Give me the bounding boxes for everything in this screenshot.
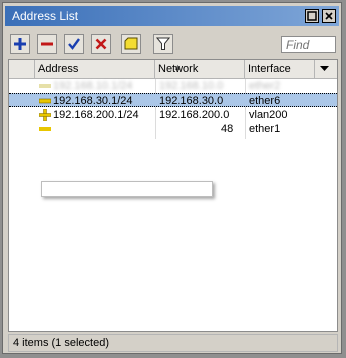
address-icon <box>39 84 51 88</box>
remove-icon <box>41 42 53 46</box>
status-text: 4 items (1 selected) <box>13 337 109 349</box>
column-label-address: Address <box>38 63 79 75</box>
column-header-address[interactable]: Address ▲ <box>35 60 182 78</box>
address-list-window: Address List Find Address ▲ Network Inte… <box>2 2 342 354</box>
address-icon <box>39 98 51 104</box>
cell-interface: ether2 <box>249 80 281 92</box>
disable-x-icon <box>95 38 107 50</box>
title-bar[interactable]: Address List <box>5 6 339 26</box>
window-title: Address List <box>12 9 79 23</box>
cell-network: 48 <box>221 123 234 135</box>
cell-address: 192.168.10.1/24 <box>53 80 133 92</box>
table-row[interactable]: 192.168.10.1/24 192.168.10.0 ether2 <box>9 79 337 93</box>
cell-interface: vlan200 <box>249 109 288 121</box>
close-icon <box>325 12 333 20</box>
restore-button[interactable] <box>305 9 319 23</box>
filter-icon <box>156 37 170 50</box>
table-header: Address ▲ Network Interface <box>9 60 337 79</box>
address-plus-icon <box>39 109 51 121</box>
chevron-down-icon <box>320 66 329 71</box>
find-input[interactable] <box>281 36 336 53</box>
add-button[interactable] <box>10 34 30 54</box>
cell-network: 192.168.10.0 <box>159 80 224 92</box>
close-button[interactable] <box>322 9 336 23</box>
cell-network: 192.168.200.0 <box>159 109 230 121</box>
comment-icon <box>124 37 138 50</box>
filter-button[interactable] <box>153 34 173 54</box>
toolbar <box>8 32 338 56</box>
cell-network: 192.168.30.0 <box>159 95 224 107</box>
remove-button[interactable] <box>37 34 57 54</box>
columns-menu-button[interactable] <box>315 61 334 77</box>
address-table: Address ▲ Network Interface 192.168.10.1… <box>8 59 338 332</box>
header-icon-column <box>9 60 35 78</box>
disable-button[interactable] <box>91 34 111 54</box>
comment-button[interactable] <box>121 34 141 54</box>
cell-address: 192.168.30.1/24 <box>53 95 133 107</box>
address-icon <box>39 127 51 131</box>
column-label-network: Network <box>158 63 199 75</box>
status-bar: 4 items (1 selected) <box>8 334 338 352</box>
column-header-network[interactable]: Network <box>155 60 245 78</box>
enable-button[interactable] <box>64 34 84 54</box>
enable-check-icon <box>68 38 80 50</box>
tooltip-popup <box>41 181 213 197</box>
cell-interface: ether1 <box>249 123 281 135</box>
column-header-interface[interactable]: Interface <box>245 60 315 78</box>
column-label-interface: Interface <box>248 63 291 75</box>
table-row[interactable]: 192.168.200.1/24 192.168.200.0 vlan200 <box>9 108 337 122</box>
restore-icon <box>307 11 317 21</box>
add-icon <box>14 38 26 50</box>
cell-interface: ether6 <box>249 95 281 107</box>
table-row-selected[interactable]: 192.168.30.1/24 192.168.30.0 ether6 <box>9 93 337 107</box>
table-row[interactable]: 48 ether1 <box>9 122 337 136</box>
cell-address: 192.168.200.1/24 <box>53 109 139 121</box>
